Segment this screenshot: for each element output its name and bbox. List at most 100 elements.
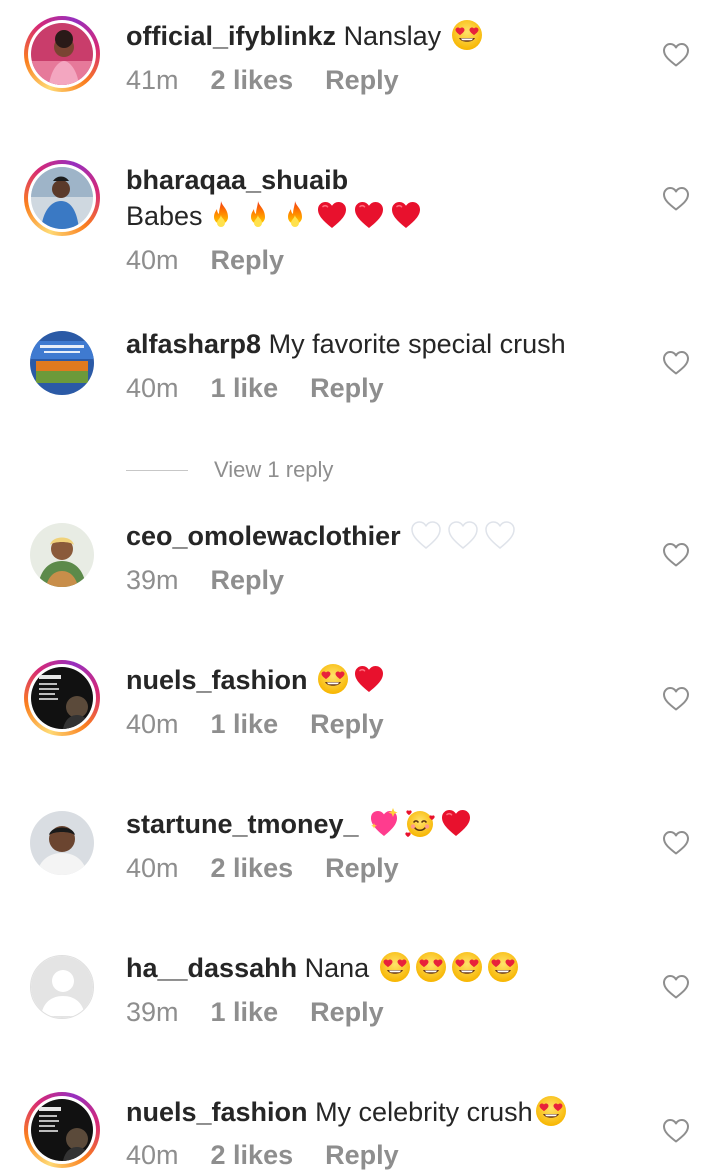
like-heart-icon[interactable] xyxy=(662,541,690,567)
likes-count[interactable]: 1 like xyxy=(211,707,279,741)
heart-eyes-emoji-icon xyxy=(451,19,483,51)
likes-count[interactable]: 1 like xyxy=(211,995,279,1029)
like-heart-icon[interactable] xyxy=(662,685,690,711)
avatar[interactable] xyxy=(24,160,100,236)
like-heart-icon[interactable] xyxy=(662,829,690,855)
comment-time: 39m xyxy=(126,997,179,1027)
like-heart-icon[interactable] xyxy=(662,349,690,375)
heart-eyes-emoji-icon xyxy=(379,951,411,983)
reply-button[interactable]: Reply xyxy=(310,707,384,741)
comment-time: 40m xyxy=(126,373,179,403)
comment-text: Babes xyxy=(126,201,203,231)
sparkling-heart-emoji-icon xyxy=(368,807,400,839)
reply-button[interactable]: Reply xyxy=(310,995,384,1029)
comment-time: 40m xyxy=(126,853,179,883)
comment-time: 39m xyxy=(126,565,179,595)
comment-meta: 39m 1 like Reply xyxy=(126,995,416,1029)
comment-body: ceo_omolewaclothier xyxy=(126,519,516,553)
comment-body: Babes xyxy=(126,199,422,233)
like-heart-icon[interactable] xyxy=(662,1117,690,1143)
red-heart-emoji-icon xyxy=(353,663,385,695)
reply-button[interactable]: Reply xyxy=(310,371,384,405)
heart-eyes-emoji-icon xyxy=(317,663,349,695)
reply-button[interactable]: Reply xyxy=(211,243,285,277)
avatar-image xyxy=(31,167,93,229)
comment-body: startune_tmoney_ xyxy=(126,807,472,841)
avatar[interactable] xyxy=(24,660,100,736)
white-heart-emoji-icon xyxy=(447,519,479,551)
avatar[interactable] xyxy=(24,805,100,881)
avatar[interactable] xyxy=(24,16,100,92)
comment-meta: 41m 2 likes Reply xyxy=(126,63,431,97)
username[interactable]: ceo_omolewaclothier xyxy=(126,521,401,551)
avatar-image xyxy=(30,523,94,587)
avatar-image xyxy=(30,811,94,875)
red-heart-emoji-icon xyxy=(353,199,385,231)
comment-meta: 40m 2 likes Reply xyxy=(126,851,431,885)
avatar-ring-gap xyxy=(28,164,96,232)
avatar-image xyxy=(31,23,93,85)
red-heart-emoji-icon xyxy=(316,199,348,231)
avatar-ring-gap xyxy=(28,20,96,88)
likes-count[interactable]: 2 likes xyxy=(211,1138,294,1172)
comment-meta: 40m 2 likes Reply xyxy=(126,1138,431,1172)
like-heart-icon[interactable] xyxy=(662,185,690,211)
username[interactable]: official_ifyblinkz xyxy=(126,21,336,51)
view-replies-label[interactable]: View 1 reply xyxy=(214,457,333,483)
avatar-ring-gap xyxy=(28,1096,96,1164)
comment-username-line: bharaqaa_shuaib xyxy=(126,163,348,197)
comment-time: 41m xyxy=(126,65,179,95)
comment-body: ha__dassahh Nana xyxy=(126,951,519,985)
white-heart-emoji-icon xyxy=(410,519,442,551)
comment-body: nuels_fashion My celebrity crush xyxy=(126,1095,567,1129)
avatar-ring-gap xyxy=(28,664,96,732)
reply-button[interactable]: Reply xyxy=(325,851,399,885)
comment-text: My celebrity crush xyxy=(315,1097,533,1127)
avatar[interactable] xyxy=(24,325,100,401)
view-replies-divider xyxy=(126,469,188,471)
avatar[interactable] xyxy=(24,949,100,1025)
username[interactable]: nuels_fashion xyxy=(126,665,308,695)
username[interactable]: startune_tmoney_ xyxy=(126,809,359,839)
smiling-face-with-hearts-emoji-icon xyxy=(404,807,436,839)
fire-emoji-icon xyxy=(279,199,311,231)
avatar-image xyxy=(30,955,94,1019)
comment-body: nuels_fashion xyxy=(126,663,385,697)
comment-body: alfasharp8 My favorite special crush xyxy=(126,327,566,361)
comment-time: 40m xyxy=(126,245,179,275)
fire-emoji-icon xyxy=(242,199,274,231)
comment-time: 40m xyxy=(126,1140,179,1170)
comment-body: official_ifyblinkz Nanslay xyxy=(126,19,483,53)
heart-eyes-emoji-icon xyxy=(535,1095,567,1127)
red-heart-emoji-icon xyxy=(390,199,422,231)
white-heart-emoji-icon xyxy=(484,519,516,551)
heart-eyes-emoji-icon xyxy=(487,951,519,983)
like-heart-icon[interactable] xyxy=(662,41,690,67)
username[interactable]: bharaqaa_shuaib xyxy=(126,165,348,195)
username[interactable]: ha__dassahh xyxy=(126,953,297,983)
comment-text: Nana xyxy=(304,953,370,983)
reply-button[interactable]: Reply xyxy=(211,563,285,597)
avatar[interactable] xyxy=(24,1092,100,1168)
avatar-image xyxy=(30,331,94,395)
comment-time: 40m xyxy=(126,709,179,739)
avatar-image xyxy=(31,1099,93,1161)
username[interactable]: nuels_fashion xyxy=(126,1097,308,1127)
likes-count[interactable]: 1 like xyxy=(211,371,279,405)
reply-button[interactable]: Reply xyxy=(325,63,399,97)
comment-meta: 39m Reply xyxy=(126,563,316,597)
reply-button[interactable]: Reply xyxy=(325,1138,399,1172)
comment-text: My favorite special crush xyxy=(268,329,566,359)
comment-meta: 40m Reply xyxy=(126,243,316,277)
comment-text: Nanslay xyxy=(343,21,442,51)
username[interactable]: alfasharp8 xyxy=(126,329,261,359)
avatar-image xyxy=(31,667,93,729)
likes-count[interactable]: 2 likes xyxy=(211,63,294,97)
red-heart-emoji-icon xyxy=(440,807,472,839)
comment-meta: 40m 1 like Reply xyxy=(126,707,416,741)
likes-count[interactable]: 2 likes xyxy=(211,851,294,885)
like-heart-icon[interactable] xyxy=(662,973,690,999)
avatar[interactable] xyxy=(24,517,100,593)
comment-meta: 40m 1 like Reply xyxy=(126,371,416,405)
view-replies-button[interactable]: View 1 reply xyxy=(126,455,333,485)
